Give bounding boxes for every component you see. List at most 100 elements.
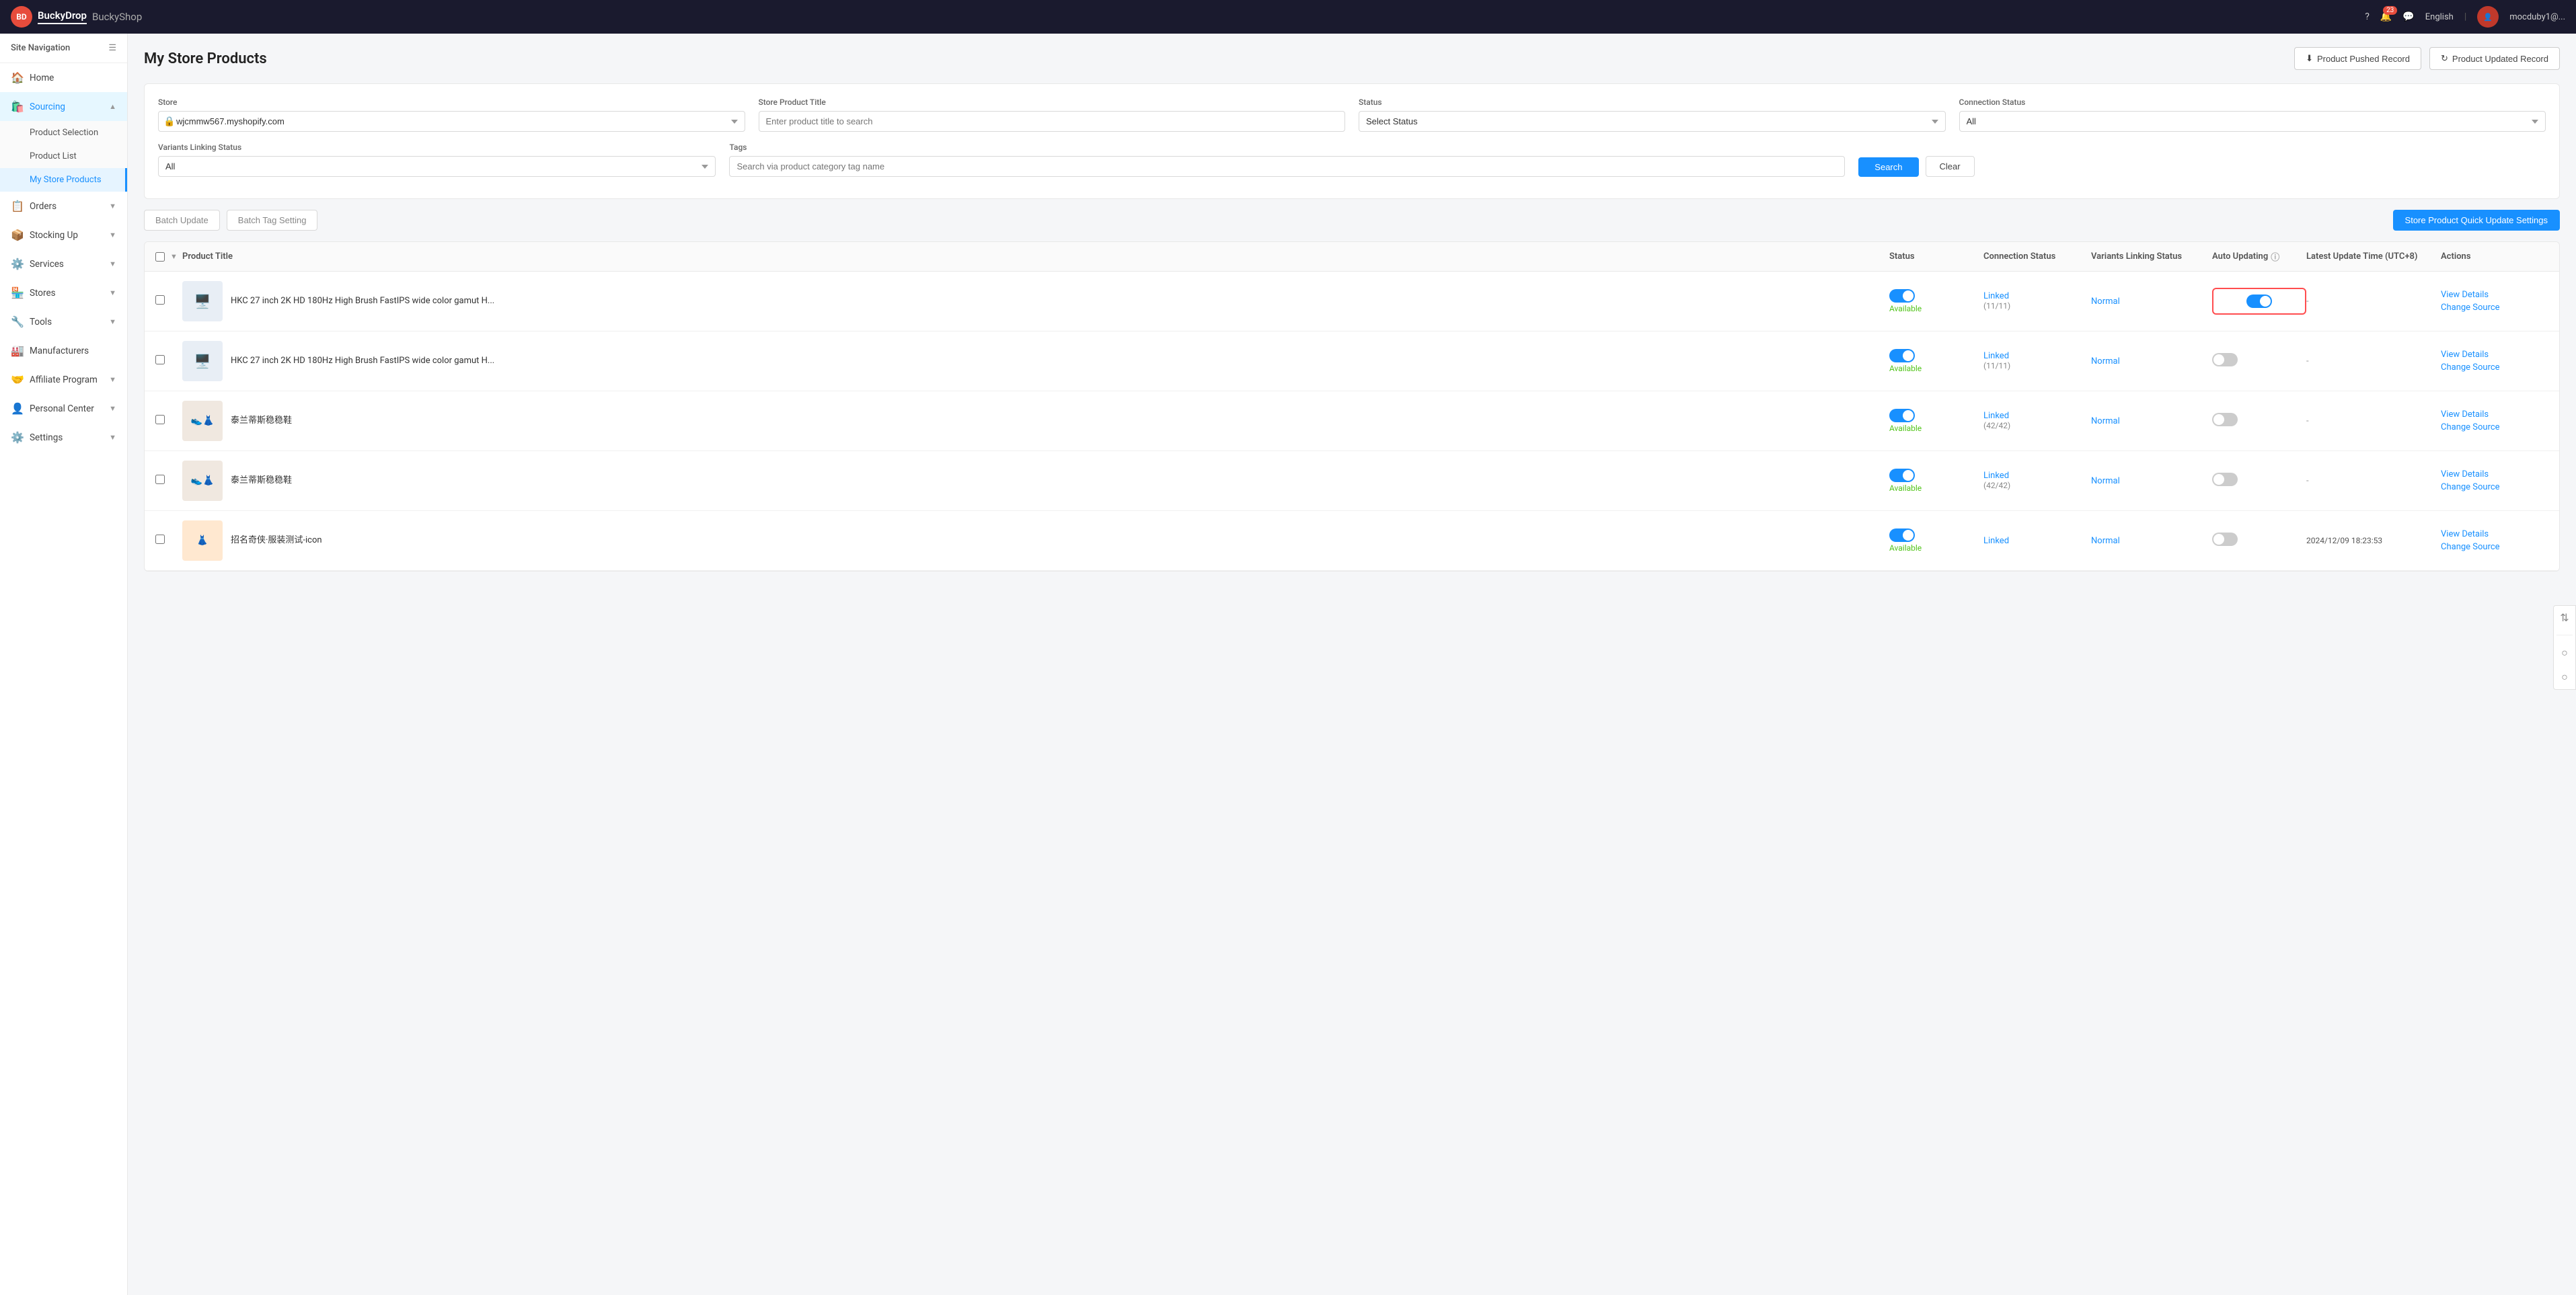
row-checkbox-cell (155, 355, 182, 367)
auto-updating-toggle[interactable] (2212, 473, 2238, 486)
sourcing-submenu: Product Selection Product List My Store … (0, 121, 127, 192)
variants-filter-group: Variants Linking Status All (158, 143, 716, 177)
tools-icon: 🔧 (11, 315, 23, 328)
status-toggle[interactable] (1889, 528, 1915, 542)
variants-select[interactable]: All (158, 156, 716, 177)
product-updated-record-button[interactable]: ↻ Product Updated Record (2429, 47, 2560, 70)
sidebar-item-settings[interactable]: ⚙️ Settings ▼ (0, 423, 127, 452)
toolbar: Batch Update Batch Tag Setting Store Pro… (144, 210, 2560, 231)
sidebar-item-product-list[interactable]: Product List (0, 145, 127, 168)
sidebar-item-affiliate[interactable]: 🤝 Affiliate Program ▼ (0, 365, 127, 394)
status-toggle[interactable] (1889, 469, 1915, 482)
sidebar-item-stocking-up[interactable]: 📦 Stocking Up ▼ (0, 221, 127, 249)
quick-update-settings-button[interactable]: Store Product Quick Update Settings (2393, 210, 2560, 231)
row-checkbox-cell (155, 475, 182, 487)
spacer (1988, 143, 2546, 177)
change-source-link[interactable]: Change Source (2441, 422, 2548, 432)
view-details-link[interactable]: View Details (2441, 469, 2548, 479)
auto-updating-help-icon[interactable]: ⓘ (2271, 250, 2279, 263)
row-checkbox[interactable] (155, 355, 165, 364)
sidebar-item-sourcing[interactable]: 🛍️ Sourcing ▲ (0, 92, 127, 121)
brand-buckydrop[interactable]: BuckyDrop (38, 9, 87, 24)
sidebar-item-label: Stocking Up (30, 230, 78, 241)
connection-status-select[interactable]: All (1959, 111, 2546, 132)
sidebar-menu-icon[interactable]: ☰ (108, 43, 116, 53)
connection-detail: (11/11) (1983, 361, 2010, 370)
sidebar-item-label: Affiliate Program (30, 375, 98, 385)
tags-input[interactable] (729, 156, 1845, 177)
auto-updating-toggle[interactable] (2212, 533, 2238, 546)
product-title-input[interactable] (759, 111, 1346, 132)
chevron-down-icon: ▼ (109, 433, 116, 442)
float-circle-icon-1[interactable]: ○ (2561, 646, 2568, 660)
personal-center-icon: 👤 (11, 402, 23, 415)
variants-status: Normal (2091, 297, 2120, 307)
select-all-checkbox[interactable] (155, 252, 165, 262)
filter-actions: Search Clear (1858, 143, 1974, 177)
sidebar-item-my-store-products[interactable]: My Store Products (0, 168, 127, 192)
sidebar-item-product-selection[interactable]: Product Selection (0, 121, 127, 145)
search-button[interactable]: Search (1858, 157, 1918, 177)
connection-status-cell: Linked (42/42) (1983, 471, 2091, 491)
product-pushed-record-button[interactable]: ⬇ Product Pushed Record (2294, 47, 2421, 70)
status-text: Available (1889, 543, 1983, 553)
connection-status-cell: Linked (42/42) (1983, 411, 2091, 431)
actions-cell: View Details Change Source (2441, 350, 2548, 372)
batch-update-button[interactable]: Batch Update (144, 210, 220, 231)
row-checkbox[interactable] (155, 415, 165, 424)
row-checkbox[interactable] (155, 475, 165, 484)
store-shield-icon: 🔒 (163, 116, 175, 127)
clear-button[interactable]: Clear (1926, 156, 1975, 177)
th-latest-update: Latest Update Time (UTC+8) (2306, 250, 2441, 263)
status-toggle[interactable] (1889, 289, 1915, 303)
change-source-link[interactable]: Change Source (2441, 542, 2548, 552)
view-details-link[interactable]: View Details (2441, 350, 2548, 360)
auto-updating-cell-off (2212, 413, 2306, 429)
notification-bell[interactable]: 🔔 23 (2380, 11, 2392, 22)
connection-detail: (42/42) (1983, 421, 2010, 430)
table-row: 👗 招名奇侠·服装测试-icon Available Linked Normal (145, 511, 2559, 571)
sidebar-item-personal-center[interactable]: 👤 Personal Center ▼ (0, 394, 127, 423)
view-details-link[interactable]: View Details (2441, 409, 2548, 420)
sidebar-item-home[interactable]: 🏠 Home (0, 63, 127, 92)
product-thumbnail: 🖥️ (182, 281, 223, 321)
sidebar-item-tools[interactable]: 🔧 Tools ▼ (0, 307, 127, 336)
language-selector[interactable]: English (2425, 12, 2454, 22)
change-source-link[interactable]: Change Source (2441, 303, 2548, 313)
float-circle-icon-2[interactable]: ○ (2561, 670, 2568, 684)
auto-updating-toggle[interactable] (2246, 295, 2272, 308)
view-details-link[interactable]: View Details (2441, 529, 2548, 539)
sidebar-item-orders[interactable]: 📋 Orders ▼ (0, 192, 127, 221)
store-select-wrapper: 🔒 wjcmmw567.myshopify.com (158, 111, 745, 132)
variants-status: Normal (2091, 536, 2120, 546)
batch-tag-setting-button[interactable]: Batch Tag Setting (227, 210, 318, 231)
change-source-link[interactable]: Change Source (2441, 482, 2548, 492)
page-title: My Store Products (144, 50, 267, 67)
row-checkbox[interactable] (155, 535, 165, 544)
float-sync-icon[interactable]: ⇅ (2560, 611, 2569, 624)
brand-buckyshop[interactable]: BuckyShop (92, 11, 142, 23)
table-header: ▼ Product Title Status Connection Status… (145, 242, 2559, 272)
status-toggle[interactable] (1889, 409, 1915, 422)
sidebar-item-manufacturers[interactable]: 🏭 Manufacturers (0, 336, 127, 365)
username-label: mocduby1@... (2509, 12, 2565, 22)
status-select[interactable]: Select Status (1359, 111, 1946, 132)
store-select[interactable]: wjcmmw567.myshopify.com (158, 111, 745, 132)
view-details-link[interactable]: View Details (2441, 290, 2548, 300)
row-checkbox-cell (155, 535, 182, 547)
status-toggle[interactable] (1889, 349, 1915, 362)
auto-updating-toggle[interactable] (2212, 353, 2238, 366)
sidebar-item-stores[interactable]: 🏪 Stores ▼ (0, 278, 127, 307)
change-source-link[interactable]: Change Source (2441, 362, 2548, 372)
sidebar-item-label: Personal Center (30, 403, 94, 414)
row-checkbox[interactable] (155, 295, 165, 305)
chat-icon[interactable]: 💬 (2402, 11, 2414, 22)
help-icon[interactable]: ? (2365, 11, 2370, 22)
page-header-actions: ⬇ Product Pushed Record ↻ Product Update… (2294, 47, 2560, 70)
sub-item-label: Product Selection (30, 128, 98, 138)
auto-updating-toggle[interactable] (2212, 413, 2238, 426)
auto-updating-cell-off (2212, 473, 2306, 489)
user-avatar[interactable]: 👤 (2477, 6, 2499, 28)
sidebar-header: Site Navigation ☰ (0, 34, 127, 63)
sidebar-item-services[interactable]: ⚙️ Services ▼ (0, 249, 127, 278)
